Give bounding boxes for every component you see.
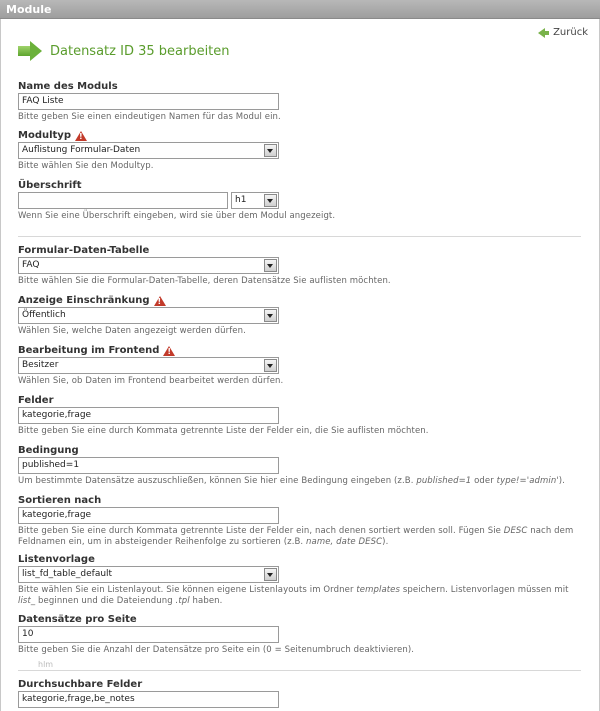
form-table-select[interactable]: FAQ <box>18 257 279 274</box>
frontend-edit-label: Bearbeitung im Frontend <box>18 344 283 357</box>
module-type-select[interactable]: Auflistung Formular-Daten <box>18 142 279 159</box>
field-fields: Felder kategorie,frage Bitte geben Sie e… <box>18 394 429 437</box>
field-condition: Bedingung published=1 Um bestimmte Daten… <box>18 444 565 487</box>
condition-input[interactable]: published=1 <box>18 457 279 474</box>
module-name-input[interactable]: FAQ Liste <box>18 93 279 110</box>
form-table-label: Formular-Daten-Tabelle <box>18 245 150 256</box>
field-list-template: Listenvorlage list_fd_table_default Bitt… <box>18 553 583 607</box>
fields-help: Bitte geben Sie eine durch Kommata getre… <box>18 426 429 436</box>
field-frontend-edit: Bearbeitung im Frontend Besitzer Wählen … <box>18 344 283 387</box>
edit-arrow-icon <box>18 41 42 61</box>
list-template-label: Listenvorlage <box>18 554 95 565</box>
form-table-help: Bitte wählen Sie die Formular-Daten-Tabe… <box>18 276 391 286</box>
list-template-help: Bitte wählen Sie ein Listenlayout. Sie k… <box>18 585 569 606</box>
frontend-edit-help: Wählen Sie, ob Daten im Frontend bearbei… <box>18 376 284 386</box>
warning-icon <box>163 345 176 356</box>
module-name-help: Bitte geben Sie einen eindeutigen Namen … <box>18 112 281 122</box>
field-display-restriction: Anzeige Einschränkung Öffentlich Wählen … <box>18 294 279 337</box>
field-sort: Sortieren nach kategorie,frage Bitte geb… <box>18 494 583 548</box>
condition-help: Um bestimmte Datensätze auszuschließen, … <box>18 476 565 486</box>
searchable-label: Durchsuchbare Felder <box>18 679 143 690</box>
module-name-label: Name des Moduls <box>18 81 118 92</box>
warning-icon <box>74 130 87 141</box>
headline-level-select[interactable]: h1 <box>231 192 279 209</box>
window-titlebar: Module <box>0 0 600 19</box>
field-headline: Überschrift h1 Wenn Sie eine Überschrift… <box>18 179 335 222</box>
headline-help: Wenn Sie eine Überschrift eingeben, wird… <box>18 211 336 221</box>
page-heading: Datensatz ID 35 bearbeiten <box>18 41 230 61</box>
sort-help: Bitte geben Sie eine durch Kommata getre… <box>18 526 574 547</box>
searchable-input[interactable]: kategorie,frage,be_notes <box>18 691 279 708</box>
chevron-down-icon <box>264 309 277 322</box>
ghost-text: hlm <box>38 660 54 669</box>
headline-input[interactable] <box>18 192 228 209</box>
sort-label: Sortieren nach <box>18 495 102 506</box>
list-template-select[interactable]: list_fd_table_default <box>18 566 279 583</box>
page-title: Datensatz ID 35 bearbeiten <box>50 43 230 59</box>
field-module-type: Modultyp Auflistung Formular-Daten Bitte… <box>18 129 279 172</box>
module-type-help: Bitte wählen Sie den Modultyp. <box>18 161 154 171</box>
display-restriction-help: Wählen Sie, welche Daten angezeigt werde… <box>18 326 246 336</box>
field-module-name: Name des Moduls FAQ Liste Bitte geben Si… <box>18 80 281 123</box>
chevron-down-icon <box>264 194 277 207</box>
module-type-label: Modultyp <box>18 129 279 142</box>
field-searchable: Durchsuchbare Felder kategorie,frage,be_… <box>18 678 279 708</box>
chevron-down-icon <box>264 144 277 157</box>
fields-input[interactable]: kategorie,frage <box>18 407 279 424</box>
chevron-down-icon <box>264 259 277 272</box>
condition-label: Bedingung <box>18 445 79 456</box>
fields-label: Felder <box>18 395 54 406</box>
headline-label: Überschrift <box>18 180 82 191</box>
back-arrow-tail <box>545 30 550 35</box>
per-page-help: Bitte geben Sie die Anzahl der Datensätz… <box>18 645 415 655</box>
display-restriction-label: Anzeige Einschränkung <box>18 294 279 307</box>
warning-icon <box>153 295 166 306</box>
back-arrow-icon <box>538 27 546 38</box>
sort-input[interactable]: kategorie,frage <box>18 507 279 524</box>
per-page-label: Datensätze pro Seite <box>18 614 137 625</box>
divider <box>18 670 581 671</box>
per-page-input[interactable]: 10 <box>18 626 279 643</box>
chevron-down-icon <box>264 359 277 372</box>
field-form-table: Formular-Daten-Tabelle FAQ Bitte wählen … <box>18 244 391 287</box>
back-link-label: Zurück <box>553 27 588 38</box>
window-title: Module <box>6 3 52 16</box>
frontend-edit-select[interactable]: Besitzer <box>18 357 279 374</box>
field-per-page: Datensätze pro Seite 10 Bitte geben Sie … <box>18 613 414 656</box>
chevron-down-icon <box>264 568 277 581</box>
display-restriction-select[interactable]: Öffentlich <box>18 307 279 324</box>
back-link[interactable]: Zurück <box>538 27 588 38</box>
divider <box>18 236 581 237</box>
